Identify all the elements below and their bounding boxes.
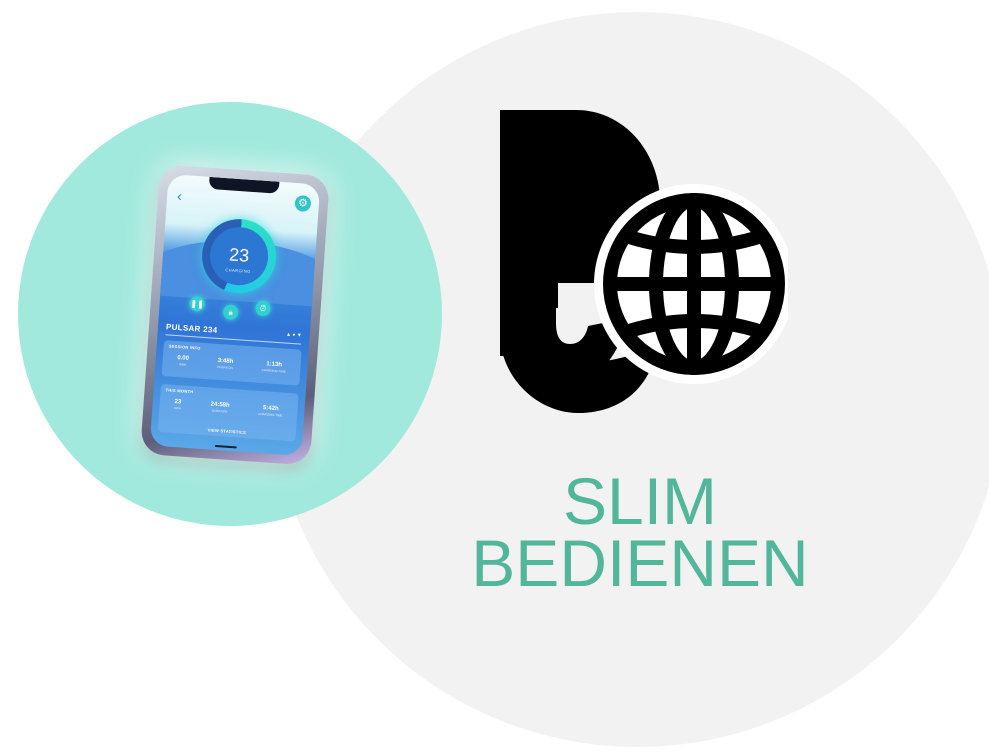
- stat-value: 0.00: [177, 355, 190, 362]
- settings-gear-icon: ⚙: [294, 194, 312, 213]
- stat: 5:42h CHARGING TIME: [258, 405, 283, 418]
- monthly-card-title: THIS MONTH: [165, 387, 194, 395]
- touch-globe-icon: [498, 108, 794, 413]
- lock-icon: 🔒︎: [222, 304, 239, 321]
- phone-screen: ‹ ⚙ 23 CHARGING ❚❚ 🔒︎ ⏰︎ PULSAR 234 ▲ ● …: [149, 174, 321, 456]
- view-statistics-link: VIEW STATISTICS: [207, 427, 247, 436]
- stat-label: DURATION: [217, 364, 233, 370]
- stat: 24:58h DURATION: [210, 402, 229, 414]
- headline-line-2: BEDIENEN: [471, 526, 809, 600]
- stat-label: KWH: [179, 362, 187, 367]
- monthly-stats: 23 KWH 24:58h DURATION 5:42h CHARGING TI…: [159, 398, 297, 419]
- session-card: SESSION INFO 0.00 KWH 3:48h DURATION 1:1…: [161, 340, 302, 386]
- stat: 23 KWH: [174, 399, 182, 410]
- smartphone-mockup: ‹ ⚙ 23 CHARGING ❚❚ 🔒︎ ⏰︎ PULSAR 234 ▲ ● …: [140, 164, 330, 466]
- alarm-icon: ⏰︎: [255, 300, 272, 317]
- stat-value: 23: [174, 399, 182, 406]
- stat-label: CHARGING TIME: [261, 367, 286, 374]
- charge-gauge-inner: 23 CHARGING: [208, 225, 271, 288]
- monthly-card: THIS MONTH 23 KWH 24:58h DURATION 5:42h …: [157, 384, 299, 442]
- stat-label: DURATION: [211, 408, 228, 414]
- stat-value: 3:48h: [217, 357, 234, 365]
- stat: 1:13h CHARGING TIME: [261, 361, 287, 374]
- headline: SLIM BEDIENEN: [410, 464, 870, 600]
- home-indicator: [214, 444, 237, 449]
- status-icons: ▲ ● ▼: [285, 331, 302, 339]
- back-arrow-icon: ‹: [176, 187, 183, 204]
- stat: 0.00 KWH: [177, 355, 189, 367]
- session-card-title: SESSION INFO: [168, 343, 201, 351]
- stat-label: CHARGING TIME: [258, 411, 283, 418]
- headline-line-1: SLIM: [562, 464, 718, 538]
- stat-label: KWH: [173, 405, 182, 411]
- device-name: PULSAR 234: [165, 322, 218, 335]
- stat: 3:48h DURATION: [217, 358, 233, 370]
- charge-gauge-label: CHARGING: [225, 267, 252, 274]
- pause-icon: ❚❚: [189, 295, 206, 312]
- session-stats: 0.00 KWH 3:48h DURATION 1:13h CHARGING T…: [162, 354, 300, 375]
- charge-gauge-number: 23: [228, 244, 250, 266]
